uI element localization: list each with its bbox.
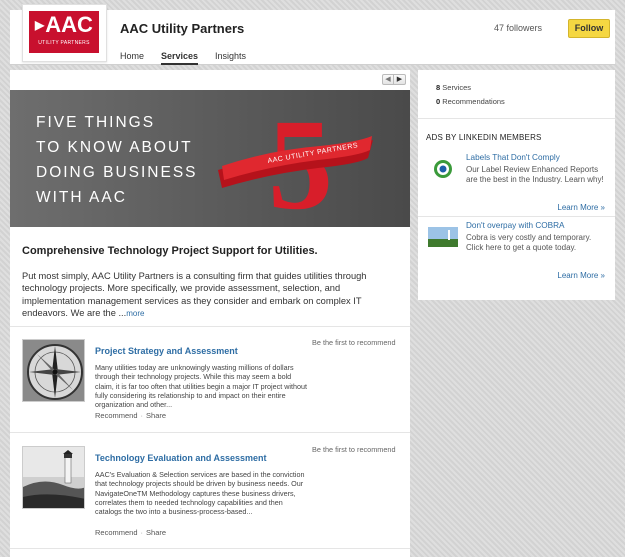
description-title: Comprehensive Technology Project Support… [22,245,318,257]
service-title[interactable]: Project Strategy and Assessment [95,346,238,356]
separator-dot: · [140,528,144,537]
main-content: ◀ ▶ FIVE THINGS TO KNOW ABOUT DOING BUSI… [10,70,410,557]
sidebar: 8 Services 0 Recommendations ADS BY LINK… [418,70,615,300]
ads-heading: ADS BY LINKEDIN MEMBERS [426,133,542,142]
lighthouse-icon [23,447,84,508]
play-triangle-icon: ▶ [35,18,45,32]
service-actions: Recommend · Share [95,528,166,537]
service-actions: Recommend · Share [95,411,166,420]
next-arrow-icon[interactable]: ▶ [394,75,405,84]
logo-text: AAC [45,12,93,37]
divider [418,118,615,119]
share-link[interactable]: Share [146,528,166,537]
tab-insights[interactable]: Insights [215,51,246,61]
compass-icon [23,340,84,401]
banner-line: WITH AAC [36,189,127,206]
learn-more-link[interactable]: Learn More » [557,203,605,212]
divider [418,216,615,217]
logo-subtext: UTILITY PARTNERS [38,40,90,46]
more-link[interactable]: more [126,309,144,318]
tab-services[interactable]: Services [161,51,199,65]
service-item: Technology Evaluation and Assessment Be … [22,445,402,546]
separator-dot: · [140,411,144,420]
banner-line: FIVE THINGS [36,114,156,131]
target-icon [434,160,452,178]
divider [10,548,410,549]
divider [10,326,410,327]
followers-count: 47 followers [494,23,543,33]
recommend-first-link[interactable]: Be the first to recommend [312,445,396,454]
service-description: Many utilities today are unknowingly was… [95,363,307,410]
ad-title[interactable]: Don't overpay with COBRA [466,221,565,230]
service-item: Project Strategy and Assessment Be the f… [22,338,402,439]
service-description: AAC's Evaluation & Selection services ar… [95,470,305,517]
tab-home[interactable]: Home [120,51,144,61]
learn-more-link[interactable]: Learn More » [557,271,605,280]
lighthouse-thumbnail[interactable] [22,446,85,509]
description-body: Put most simply, AAC Utility Partners is… [22,270,404,320]
ad-title[interactable]: Labels That Don't Comply [466,153,560,162]
divider [10,432,410,433]
recommend-link[interactable]: Recommend [95,411,138,420]
services-banner[interactable]: FIVE THINGS TO KNOW ABOUT DOING BUSINESS… [10,90,410,227]
follow-button[interactable]: Follow [568,19,610,38]
description-text: Put most simply, AAC Utility Partners is… [22,271,367,318]
share-link[interactable]: Share [146,411,166,420]
logo-badge: ▶AAC UTILITY PARTNERS [29,11,99,53]
company-name[interactable]: AAC Utility Partners [120,21,244,36]
previous-arrow-icon[interactable]: ◀ [383,75,394,84]
banner-line: TO KNOW ABOUT [36,139,193,156]
banner-pager: ◀ ▶ [382,74,406,85]
recommend-first-link[interactable]: Be the first to recommend [312,338,396,347]
recommendations-count[interactable]: 0 Recommendations [436,97,505,106]
banner-line: DOING BUSINESS [36,164,198,181]
service-title[interactable]: Technology Evaluation and Assessment [95,453,267,463]
services-count[interactable]: 8 Services [436,83,471,92]
company-logo[interactable]: ▶AAC UTILITY PARTNERS [22,4,107,62]
ad-body: Cobra is very costly and temporary. Clic… [466,233,592,252]
compass-thumbnail[interactable] [22,339,85,402]
banner-text: FIVE THINGS TO KNOW ABOUT DOING BUSINESS… [36,110,198,210]
landscape-icon [428,227,458,247]
recommend-link[interactable]: Recommend [95,528,138,537]
ad-body: Our Label Review Enhanced Reports are th… [466,165,604,184]
company-header: ▶AAC UTILITY PARTNERS AAC Utility Partne… [10,4,615,65]
five-ribbon-graphic: 5 AAC UTILITY PARTNERS [218,100,373,220]
